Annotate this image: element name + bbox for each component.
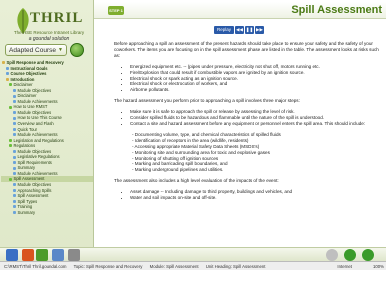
intro-paragraph: Before approaching a spill an assessment… [114, 41, 379, 58]
nav-item[interactable]: Summary [1, 210, 93, 216]
page-icon [13, 199, 16, 203]
phases-intro: The hazard assessment you perform prior … [114, 98, 300, 104]
page-icon [13, 150, 16, 154]
forward-icon[interactable]: ▶▶ [255, 26, 264, 34]
phase-list: Make sure it is safe to approach the spi… [124, 109, 382, 127]
page-icon [13, 122, 16, 126]
done-icon [9, 83, 12, 87]
bottom-toolbar [0, 247, 386, 261]
done-icon [9, 138, 12, 142]
page-icon [13, 161, 16, 165]
bookmark-icon[interactable] [22, 249, 34, 261]
settings-icon[interactable] [68, 249, 80, 261]
back-arrow-icon[interactable] [344, 249, 356, 261]
pause-icon[interactable]: ❚❚ [245, 26, 254, 34]
include-list: - Documenting volume, type, and chemical… [124, 132, 382, 173]
page-icon [13, 127, 16, 131]
page-icon [13, 100, 16, 104]
audio-icon[interactable] [326, 249, 338, 261]
phase-item: Contact a site and hazard assessment bef… [130, 121, 382, 127]
page-icon [13, 94, 16, 98]
status-module: Module: Spill Assessment [149, 264, 199, 269]
globe-icon[interactable] [70, 43, 84, 57]
impact-intro: The assessment also includes a high leve… [114, 178, 279, 184]
logo-title: THRIL [30, 10, 84, 26]
page-icon [13, 166, 16, 170]
media-controls: Replay ◀◀ ❚❚ ▶▶ [214, 26, 264, 34]
content-header: STEP 1 Spill Assessment [94, 2, 386, 19]
logo-tagline: a goundal solution [28, 36, 70, 42]
page-icon [13, 183, 16, 187]
page-icon [13, 116, 16, 120]
nav-item-label: Summary [17, 209, 36, 215]
impact-item: Water and soil impacts on-site and off-s… [130, 195, 382, 201]
chevron-down-icon: ▼ [58, 47, 63, 53]
impact-list: Asset damage -- Including damage to thir… [124, 189, 382, 201]
page-icon [6, 72, 9, 76]
next-arrow-icon[interactable] [362, 249, 374, 261]
page-icon [13, 211, 16, 215]
page-icon [13, 194, 16, 198]
done-icon [9, 105, 12, 109]
page-icon [13, 205, 16, 209]
course-selector[interactable]: Adapted Course ▼ [5, 44, 67, 56]
include-item: - Marking underground pipelines and util… [132, 167, 224, 173]
page-icon [13, 89, 16, 92]
status-unit: Unit Heading: Spill Assessment [205, 264, 266, 269]
book-icon[interactable] [6, 249, 18, 261]
help-icon[interactable] [52, 249, 64, 261]
glossary-icon[interactable] [36, 249, 48, 261]
lesson-body: Before approaching a spill an assessment… [114, 41, 382, 206]
page-icon [13, 155, 16, 159]
thril-logo: THRIL The HSE Resource Intranet Library … [4, 4, 90, 48]
page-title: Spill Assessment [291, 4, 382, 16]
page-icon [13, 111, 16, 115]
step-badge: STEP 1 [108, 6, 124, 15]
folder-icon [2, 61, 5, 65]
status-url: C:\RMST\Thril Thril.goundal.com [4, 264, 67, 269]
page-icon [13, 133, 16, 137]
sidebar: THRIL The HSE Resource Intranet Library … [0, 0, 94, 261]
status-bar: C:\RMST\Thril Thril.goundal.com Topic: S… [0, 261, 386, 270]
replay-button[interactable]: Replay [214, 26, 234, 34]
course-nav-tree: Spill Response and Recovery Instructional… [1, 60, 93, 260]
risk-list: Energized equipment etc. -- (pipes under… [124, 64, 382, 94]
content-area: STEP 1 Spill Assessment Replay ◀◀ ❚❚ ▶▶ … [94, 0, 386, 261]
folder-icon [6, 77, 9, 81]
risk-item: Airborne pollutants. [130, 87, 382, 93]
done-icon [9, 144, 12, 148]
reflection [0, 270, 386, 308]
page-icon [6, 66, 9, 70]
page-icon [13, 188, 16, 192]
status-topic: Topic: Spill Response and Recovery [73, 264, 143, 269]
page-icon [13, 172, 16, 176]
done-icon [9, 177, 12, 181]
rewind-icon[interactable]: ◀◀ [235, 26, 244, 34]
course-selector-label: Adapted Course [9, 46, 57, 54]
